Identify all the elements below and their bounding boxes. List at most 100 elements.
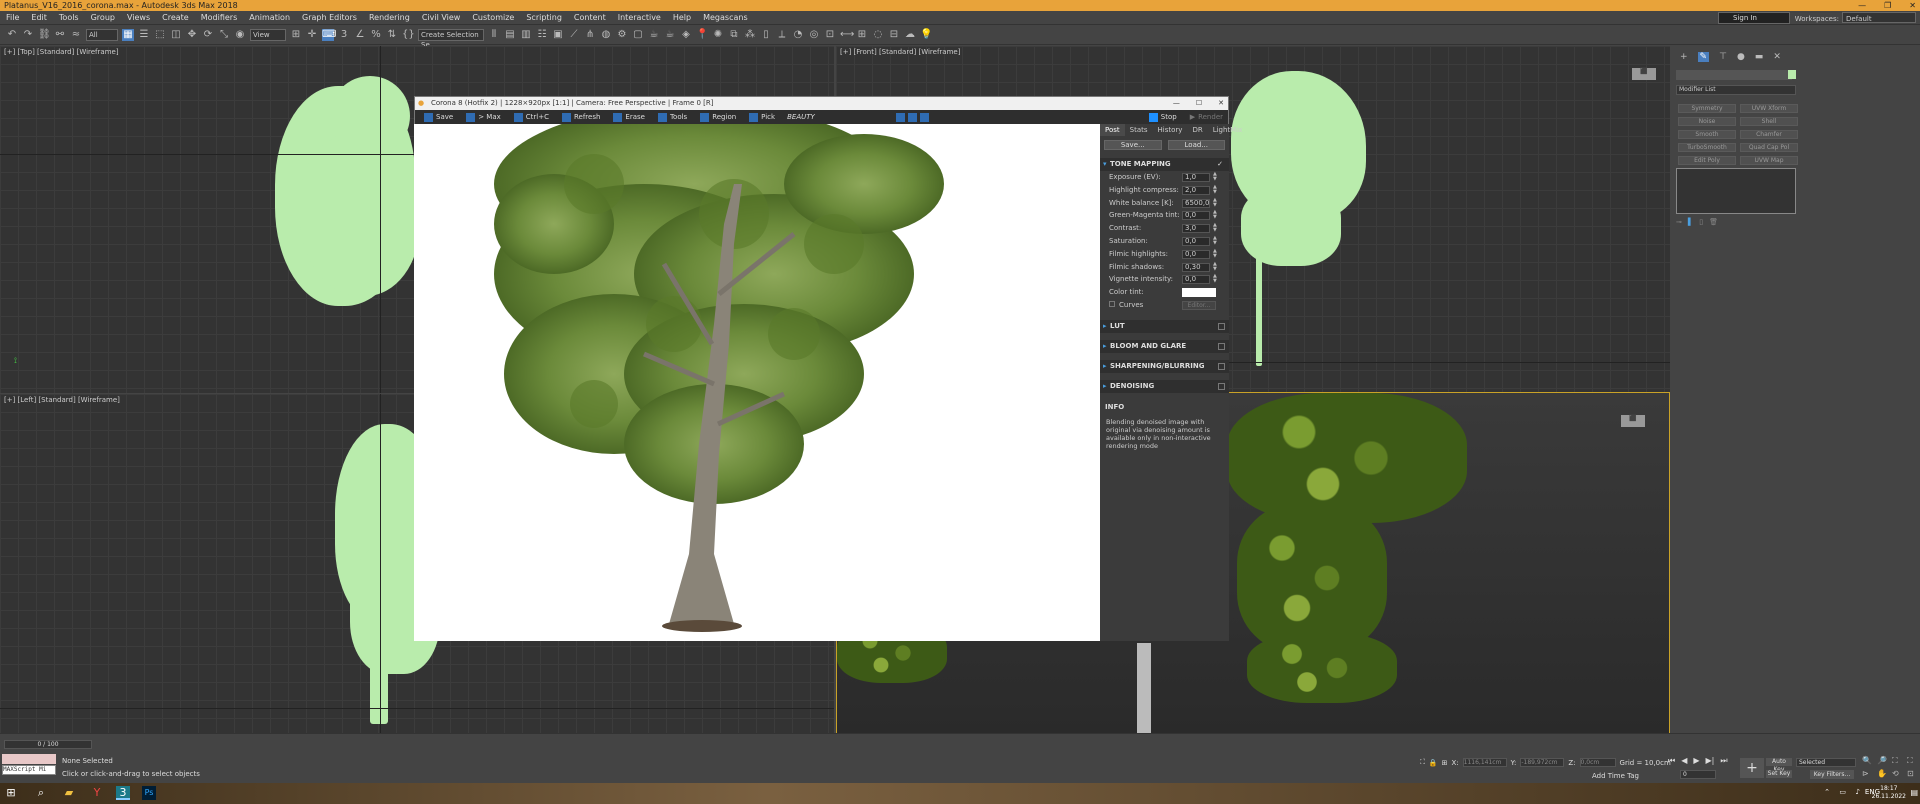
- percent-snap-icon[interactable]: %: [370, 29, 382, 41]
- color-tint-swatch[interactable]: [1182, 288, 1216, 298]
- align-icon[interactable]: ▤: [504, 29, 516, 41]
- schematic-view-icon[interactable]: ⋔: [584, 29, 596, 41]
- minimize-icon[interactable]: —: [1858, 0, 1866, 11]
- next-frame-icon[interactable]: ▶|: [1706, 756, 1715, 766]
- material-library-icon[interactable]: ◌: [872, 29, 884, 41]
- cosmos-icon[interactable]: ⊟: [888, 29, 900, 41]
- modifier-list-dropdown[interactable]: Modifier List: [1676, 85, 1796, 95]
- toggle-scene-explorer-icon[interactable]: ▥: [520, 29, 532, 41]
- undo-icon[interactable]: ↶: [6, 29, 18, 41]
- vfb-max-button[interactable]: > Max: [461, 112, 506, 122]
- menu-group[interactable]: Group: [85, 11, 121, 25]
- zoom-fit-icon[interactable]: [920, 112, 930, 122]
- section-sharpening-blurring[interactable]: ▸ SHARPENING/BLURRING: [1100, 359, 1229, 373]
- current-frame-field[interactable]: 0: [1680, 770, 1716, 779]
- grid-icon[interactable]: ⊞: [856, 29, 868, 41]
- menu-content[interactable]: Content: [568, 11, 612, 25]
- pan-icon[interactable]: ✋: [1877, 769, 1889, 778]
- tm-value-field[interactable]: 0,0: [1182, 236, 1210, 246]
- close-icon[interactable]: ✕: [1909, 0, 1916, 11]
- zoom-all-icon[interactable]: 🔎: [1877, 756, 1889, 766]
- angle-snap-icon[interactable]: ∠: [354, 29, 366, 41]
- rotate-icon[interactable]: ⟳: [202, 29, 214, 41]
- modifier-button-turbosmooth[interactable]: TurboSmooth: [1678, 143, 1736, 152]
- viewcube-persp-icon[interactable]: ⬛: [1621, 415, 1645, 427]
- edit-named-sel-icon[interactable]: {}: [402, 29, 415, 41]
- menu-tools[interactable]: Tools: [53, 11, 85, 25]
- motion-tab-icon[interactable]: ●: [1737, 52, 1745, 62]
- vfb-tab-post[interactable]: Post: [1100, 124, 1125, 136]
- vfb-erase-button[interactable]: Erase: [608, 112, 650, 122]
- tm-value-field[interactable]: 1,0: [1182, 173, 1210, 182]
- menu-modifiers[interactable]: Modifiers: [195, 11, 244, 25]
- spinner-icon[interactable]: ▲ ▼: [1213, 184, 1217, 195]
- menu-file[interactable]: File: [0, 11, 25, 25]
- z-coord-field[interactable]: 0,0cm: [1579, 758, 1616, 767]
- load-preset-button[interactable]: Load...: [1167, 140, 1225, 150]
- file-explorer-icon[interactable]: ▰: [62, 786, 76, 800]
- utilities-tab-icon[interactable]: ✕: [1773, 52, 1781, 62]
- select-manipulate-icon[interactable]: ✛: [306, 29, 318, 41]
- modifier-button-uvw-xform[interactable]: UVW Xform: [1740, 104, 1798, 113]
- network-icon[interactable]: ▭: [1839, 788, 1846, 796]
- move-icon[interactable]: ✥: [186, 29, 198, 41]
- key-selection-dropdown[interactable]: Selected: [1796, 758, 1856, 767]
- menu-interactive[interactable]: Interactive: [612, 11, 667, 25]
- menu-animation[interactable]: Animation: [243, 11, 296, 25]
- rendered-frame-icon[interactable]: ▢: [632, 29, 644, 41]
- spinner-icon[interactable]: ▲ ▼: [1213, 223, 1217, 233]
- section-lut[interactable]: ▸ LUT: [1100, 319, 1229, 333]
- goto-start-icon[interactable]: ⏮: [1668, 756, 1675, 766]
- menu-edit[interactable]: Edit: [25, 11, 53, 25]
- zoom-icon[interactable]: 🔍: [1862, 756, 1874, 766]
- scatter-icon[interactable]: ⁂: [744, 29, 756, 41]
- prev-frame-icon[interactable]: ◀: [1681, 756, 1687, 766]
- selection-filter-dropdown[interactable]: All: [86, 28, 118, 41]
- modifier-button-symmetry[interactable]: Symmetry: [1678, 104, 1736, 113]
- zoom-extents-icon[interactable]: ⛶: [1892, 756, 1904, 766]
- maximize-viewport-icon[interactable]: ⊡: [1907, 769, 1919, 778]
- pivot-icon[interactable]: ⊞: [290, 29, 302, 41]
- tm-value-field[interactable]: 0,0: [1182, 211, 1210, 221]
- zoom-extents-all-icon[interactable]: ⛶: [1907, 756, 1919, 766]
- notifications-icon[interactable]: ▤: [1910, 788, 1918, 797]
- object-name-field[interactable]: [1676, 70, 1792, 80]
- curve-editor-icon[interactable]: ⟋: [568, 29, 580, 41]
- vfb-tab-history[interactable]: History: [1153, 124, 1188, 136]
- proxy-icon[interactable]: ⧉: [728, 29, 740, 41]
- region-select-icon[interactable]: ⬚: [154, 29, 166, 41]
- snap-toggle-icon[interactable]: 3: [338, 29, 350, 41]
- decal-icon[interactable]: ▯: [760, 29, 772, 41]
- show-end-result-icon[interactable]: ▌: [1688, 218, 1693, 226]
- search-icon[interactable]: ⌕: [34, 786, 48, 800]
- modifier-stack[interactable]: [1676, 168, 1796, 214]
- modifier-button-uvw-map[interactable]: UVW Map: [1740, 156, 1798, 165]
- ribbon-icon[interactable]: ▣: [552, 29, 564, 41]
- modifier-button-shell[interactable]: Shell: [1740, 117, 1798, 126]
- vfb-minimize-icon[interactable]: —: [1173, 97, 1180, 110]
- viewport-front-label[interactable]: [+] [Front] [Standard] [Wireframe]: [840, 48, 960, 56]
- menu-help[interactable]: Help: [667, 11, 697, 25]
- menu-scripting[interactable]: Scripting: [520, 11, 568, 25]
- clock[interactable]: 18:17 26.11.2022: [1872, 785, 1906, 801]
- viewcube-icon[interactable]: ⬛: [1632, 68, 1656, 80]
- menu-rendering[interactable]: Rendering: [363, 11, 416, 25]
- pin-stack-icon[interactable]: ⊸: [1676, 218, 1682, 226]
- distance-icon[interactable]: ⟂: [776, 29, 788, 41]
- spinner-snap-icon[interactable]: ⇅: [386, 29, 398, 41]
- camera-icon[interactable]: ◔: [792, 29, 804, 41]
- converter-icon[interactable]: ⟷: [840, 29, 854, 41]
- curves-checkbox[interactable]: [1109, 300, 1115, 307]
- menu-civil-view[interactable]: Civil View: [416, 11, 467, 25]
- vfb-save-button[interactable]: Save: [419, 112, 458, 122]
- spinner-icon[interactable]: ▲ ▼: [1213, 210, 1217, 220]
- vfb-pick-button[interactable]: Pick: [744, 112, 780, 122]
- layer-explorer-icon[interactable]: ☷: [536, 29, 548, 41]
- corona-icon[interactable]: ◈: [680, 29, 692, 41]
- vfb-ctrl-c-button[interactable]: Ctrl+C: [509, 112, 554, 122]
- scale-icon[interactable]: ⤡: [218, 29, 230, 41]
- y-coord-field[interactable]: -189,972cm: [1520, 758, 1565, 767]
- channel-dropdown[interactable]: BEAUTY: [783, 113, 893, 121]
- lightmix-icon[interactable]: ◎: [808, 29, 820, 41]
- link-icon[interactable]: ⛓: [38, 29, 51, 41]
